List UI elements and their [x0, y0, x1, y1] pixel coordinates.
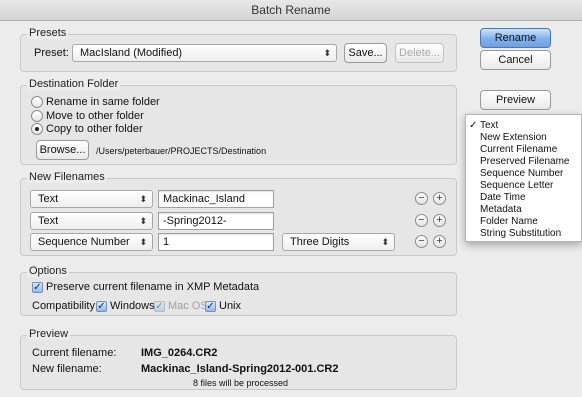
- browse-button[interactable]: Browse...: [36, 140, 89, 160]
- select-arrows-icon: ⬍: [381, 237, 389, 247]
- macos-label: Mac OS: [168, 300, 208, 312]
- menu-item-sequence-letter[interactable]: Sequence Letter: [466, 180, 582, 191]
- preview-group-label: Preview: [27, 328, 71, 340]
- files-processed-note: 8 files will be processed: [193, 378, 289, 388]
- move-other-folder-radio[interactable]: [31, 110, 43, 122]
- add-row-button-2[interactable]: +: [433, 214, 446, 227]
- menu-item-folder-name[interactable]: Folder Name: [466, 216, 582, 227]
- remove-row-button-2[interactable]: −: [415, 214, 428, 227]
- rename-same-folder-label: Rename in same folder: [46, 96, 160, 108]
- select-arrows-icon: ⬍: [139, 237, 147, 247]
- copy-other-folder-radio[interactable]: [31, 123, 43, 135]
- window-title: Batch Rename: [0, 0, 582, 21]
- filename-type-value-3: Sequence Number: [38, 236, 130, 248]
- menu-item-string-substitution[interactable]: String Substitution: [466, 228, 582, 239]
- preset-select-value: MacIsland (Modified): [80, 47, 183, 59]
- save-preset-button[interactable]: Save...: [344, 43, 387, 63]
- compatibility-label: Compatibility:: [32, 300, 99, 312]
- filename-text-field-2[interactable]: -Spring2012-: [158, 212, 274, 230]
- preset-select[interactable]: MacIsland (Modified) ⬍: [72, 44, 337, 62]
- add-row-button-3[interactable]: +: [433, 235, 446, 248]
- options-group-label: Options: [27, 265, 69, 277]
- unix-label: Unix: [219, 300, 242, 312]
- select-arrows-icon: ⬍: [323, 48, 331, 58]
- preview-button[interactable]: Preview: [480, 90, 551, 110]
- copy-other-folder-label: Copy to other folder: [46, 123, 143, 135]
- preserve-filename-label: Preserve current filename in XMP Metadat…: [46, 281, 260, 293]
- current-filename-label: Current filename:: [32, 347, 117, 359]
- destination-path: /Users/peterbauer/PROJECTS/Destination: [96, 146, 267, 156]
- presets-group-label: Presets: [27, 27, 69, 39]
- filename-type-select-1[interactable]: Text ⬍: [30, 190, 153, 208]
- menu-item-date-time[interactable]: Date Time: [466, 192, 582, 203]
- menu-item-label: Text: [480, 120, 499, 131]
- rename-button[interactable]: Rename: [480, 28, 551, 48]
- menu-item-text[interactable]: ✓ Text: [466, 120, 582, 131]
- cancel-button[interactable]: Cancel: [480, 50, 551, 70]
- filename-type-select-3[interactable]: Sequence Number ⬍: [30, 233, 153, 251]
- new-filename-value: Mackinac_Island-Spring2012-001.CR2: [141, 363, 339, 375]
- windows-label: Windows: [110, 300, 155, 312]
- sequence-start-field[interactable]: 1: [158, 233, 274, 251]
- select-arrows-icon: ⬍: [139, 194, 147, 204]
- macos-checkbox[interactable]: ✓: [154, 301, 165, 312]
- rename-same-folder-radio[interactable]: [31, 96, 43, 108]
- current-filename-value: IMG_0264.CR2: [141, 347, 218, 359]
- menu-item-new-extension[interactable]: New Extension: [466, 132, 582, 143]
- preset-label: Preset:: [34, 47, 69, 59]
- remove-row-button-1[interactable]: −: [415, 192, 428, 205]
- preserve-filename-checkbox[interactable]: ✓: [32, 282, 43, 293]
- destination-group-label: Destination Folder: [27, 78, 121, 90]
- filename-text-field-1[interactable]: Mackinac_Island: [158, 190, 274, 208]
- filename-type-value-1: Text: [38, 193, 59, 205]
- select-arrows-icon: ⬍: [139, 216, 147, 226]
- filename-type-select-2[interactable]: Text ⬍: [30, 212, 153, 230]
- sequence-digits-select[interactable]: Three Digits ⬍: [282, 233, 395, 251]
- filename-type-dropdown-menu: ✓ Text New Extension Current Filename Pr…: [465, 114, 582, 242]
- menu-item-preserved-filename[interactable]: Preserved Filename: [466, 156, 582, 167]
- menu-check-icon: ✓: [469, 120, 478, 131]
- remove-row-button-3[interactable]: −: [415, 235, 428, 248]
- new-filename-label: New filename:: [32, 363, 102, 375]
- sequence-digits-value: Three Digits: [290, 236, 350, 248]
- move-other-folder-label: Move to other folder: [46, 110, 144, 122]
- add-row-button-1[interactable]: +: [433, 192, 446, 205]
- menu-item-current-filename[interactable]: Current Filename: [466, 144, 582, 155]
- filename-type-value-2: Text: [38, 215, 59, 227]
- menu-item-metadata[interactable]: Metadata: [466, 204, 582, 215]
- unix-checkbox[interactable]: ✓: [205, 301, 216, 312]
- delete-preset-button[interactable]: Delete...: [395, 43, 444, 63]
- new-filenames-group-label: New Filenames: [27, 171, 107, 183]
- menu-item-sequence-number[interactable]: Sequence Number: [466, 168, 582, 179]
- windows-checkbox[interactable]: ✓: [96, 301, 107, 312]
